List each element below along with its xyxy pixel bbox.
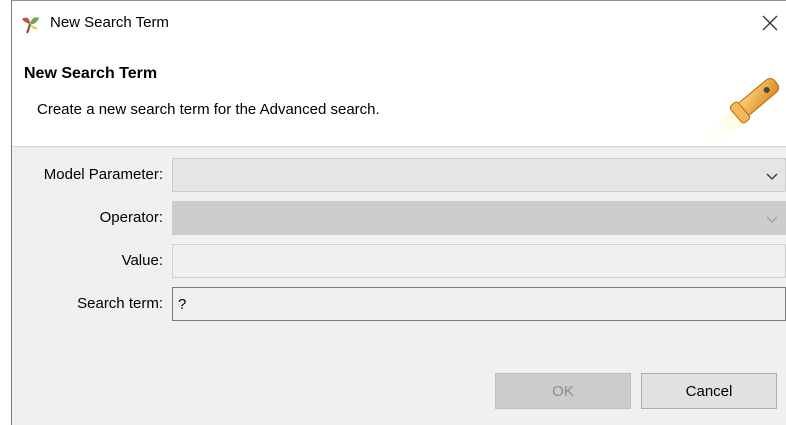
search-term-row: Search term: ? xyxy=(12,287,786,321)
ok-button[interactable]: OK xyxy=(495,373,631,409)
wizard-banner: New Search Term Create a new search term… xyxy=(12,53,786,147)
close-icon xyxy=(762,15,778,31)
search-term-field[interactable]: ? xyxy=(172,287,786,321)
operator-label: Operator: xyxy=(99,209,163,226)
chevron-down-icon xyxy=(766,173,778,180)
model-parameter-label: Model Parameter: xyxy=(43,166,163,183)
value-label: Value: xyxy=(121,252,163,269)
window-title: New Search Term xyxy=(50,14,169,31)
value-input[interactable] xyxy=(172,244,786,278)
title-bar: New Search Term xyxy=(12,1,786,53)
chevron-down-icon xyxy=(766,216,778,223)
close-button[interactable] xyxy=(756,9,784,37)
search-term-label: Search term: xyxy=(77,295,163,312)
flashlight-icon xyxy=(686,59,786,145)
banner-title: New Search Term xyxy=(24,65,158,82)
operator-combo[interactable] xyxy=(172,201,786,235)
cancel-button[interactable]: Cancel xyxy=(641,373,777,409)
search-term-value: ? xyxy=(178,296,187,313)
operator-row: Operator: xyxy=(12,201,786,235)
eclipse-leaf-icon xyxy=(19,13,41,35)
model-parameter-row: Model Parameter: xyxy=(12,158,786,192)
model-parameter-combo[interactable] xyxy=(172,158,786,192)
new-search-term-dialog: New Search Term New Search Term Create a… xyxy=(11,0,786,425)
value-row: Value: xyxy=(12,244,786,278)
banner-description: Create a new search term for the Advance… xyxy=(37,101,380,118)
